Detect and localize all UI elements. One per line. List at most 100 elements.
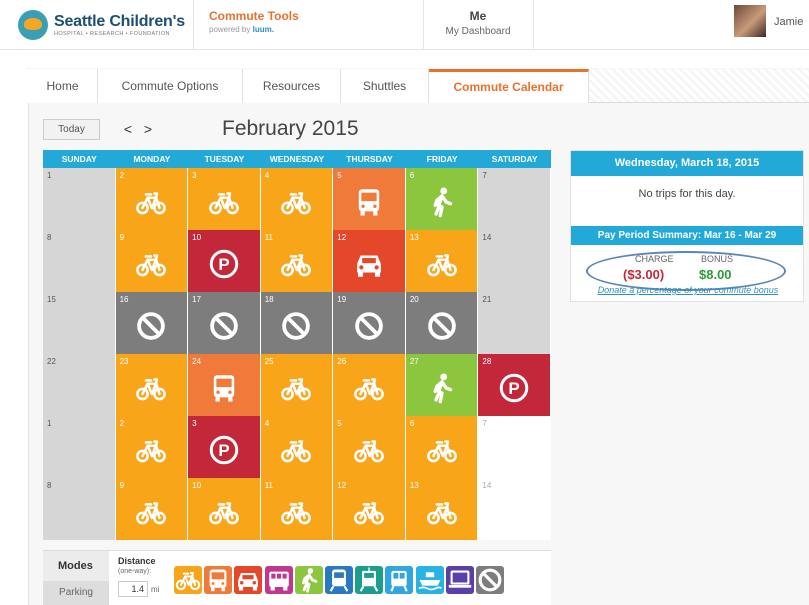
calendar-day-cell[interactable]: 23 bbox=[115, 354, 189, 416]
calendar-day-cell[interactable]: 1 bbox=[43, 168, 116, 230]
bike-icon bbox=[425, 495, 459, 529]
calendar-day-cell[interactable]: 9 bbox=[115, 230, 189, 292]
calendar-day-cell[interactable]: 5 bbox=[333, 416, 406, 478]
day-number: 8 bbox=[47, 233, 52, 242]
no-mode-icon[interactable] bbox=[476, 566, 504, 594]
my-dashboard-label: My Dashboard bbox=[445, 26, 511, 37]
day-number: 10 bbox=[192, 233, 202, 242]
calendar-day-cell[interactable]: 6 bbox=[405, 416, 479, 478]
calendar-day-cell[interactable]: 10 bbox=[188, 478, 261, 540]
distance-input[interactable]: 1.4 bbox=[118, 581, 148, 597]
day-number: 13 bbox=[409, 481, 419, 490]
calendar-day-cell[interactable]: 24 bbox=[188, 354, 261, 416]
walk-mode-icon[interactable] bbox=[294, 566, 323, 594]
streetcar-mode-icon[interactable] bbox=[385, 566, 414, 594]
calendar-day-cell[interactable]: 11 bbox=[260, 478, 334, 540]
car-mode-icon[interactable] bbox=[234, 566, 263, 594]
bike-icon bbox=[134, 247, 168, 281]
calendar-day-cell[interactable]: 8 bbox=[43, 230, 116, 292]
parking-tab[interactable]: Parking bbox=[43, 581, 109, 605]
calendar-day-cell[interactable]: 16 bbox=[115, 292, 189, 354]
calendar-day-cell[interactable]: 10 P bbox=[188, 230, 261, 292]
calendar-day-cell[interactable]: 4 bbox=[260, 416, 334, 478]
calendar-day-cell[interactable]: 6 bbox=[405, 168, 479, 230]
bike-icon bbox=[352, 433, 386, 467]
day-number: 24 bbox=[192, 357, 202, 366]
calendar-day-cell[interactable]: 1 bbox=[43, 416, 116, 478]
tab-commute-options[interactable]: Commute Options bbox=[98, 69, 243, 103]
tab-home[interactable]: Home bbox=[28, 69, 98, 103]
bike-icon bbox=[425, 433, 459, 467]
vanpool-mode-icon[interactable] bbox=[264, 566, 293, 594]
calendar-day-cell[interactable]: 18 bbox=[260, 292, 334, 354]
calendar-day-cell[interactable]: 2 bbox=[115, 168, 189, 230]
calendar-day-cell[interactable]: 9 bbox=[115, 478, 189, 540]
calendar-day-cell[interactable]: 7 bbox=[478, 416, 551, 478]
day-number: 2 bbox=[119, 419, 125, 428]
tab-commute-calendar[interactable]: Commute Calendar bbox=[429, 69, 589, 103]
prev-month-button[interactable]: < bbox=[119, 119, 137, 140]
distance-label: Distance bbox=[118, 556, 156, 566]
calendar-day-cell[interactable]: 25 bbox=[260, 354, 334, 416]
bus-mode-icon[interactable] bbox=[204, 566, 233, 594]
calendar-day-cell[interactable]: 14 bbox=[478, 230, 551, 292]
user-name[interactable]: Jamie bbox=[774, 16, 803, 28]
telework-mode-icon[interactable] bbox=[445, 566, 474, 594]
calendar-day-cell[interactable]: 11 bbox=[260, 230, 334, 292]
day-number: 11 bbox=[264, 233, 273, 242]
logo-name: Seattle Children's bbox=[54, 13, 185, 30]
train-mode-icon[interactable] bbox=[325, 566, 353, 594]
day-number: 6 bbox=[409, 171, 415, 180]
tab-shuttles[interactable]: Shuttles bbox=[341, 69, 429, 103]
calendar-day-cell[interactable]: 5 bbox=[333, 168, 406, 230]
ferry-mode-icon[interactable] bbox=[415, 566, 444, 594]
modes-tab[interactable]: Modes Parking bbox=[43, 551, 109, 605]
calendar-day-cell[interactable]: 3 bbox=[188, 168, 261, 230]
day-number: 7 bbox=[482, 171, 487, 180]
month-title: February 2015 bbox=[222, 117, 359, 140]
avatar[interactable] bbox=[734, 5, 766, 37]
distance-unit: mi bbox=[151, 585, 160, 594]
calendar-day-cell[interactable]: 7 bbox=[478, 168, 551, 230]
seattle-childrens-logo[interactable]: Seattle Children's HOSPITAL • RESEARCH •… bbox=[18, 10, 185, 40]
lightrail-mode-icon[interactable] bbox=[355, 566, 384, 594]
today-button[interactable]: Today bbox=[43, 119, 100, 140]
calendar-day-cell[interactable]: 12 bbox=[333, 478, 406, 540]
calendar-day-cell[interactable]: 19 bbox=[333, 292, 406, 354]
calendar-day-cell[interactable]: 15 bbox=[43, 292, 116, 354]
app-title: Commute Tools bbox=[209, 9, 299, 23]
dow-wednesday: WEDNESDAY bbox=[269, 154, 325, 164]
calendar-day-cell[interactable]: 8 bbox=[43, 478, 116, 540]
bus-icon bbox=[352, 185, 386, 219]
calendar-week-row: 1 2 3 4 5 6 7 bbox=[43, 168, 551, 230]
tab-resources[interactable]: Resources bbox=[243, 69, 341, 103]
donate-link[interactable]: Donate a percentage of your commute bonu… bbox=[571, 285, 805, 295]
bike-mode-icon[interactable] bbox=[174, 566, 202, 594]
dow-saturday: SATURDAY bbox=[491, 154, 538, 164]
calendar-day-cell[interactable]: 28 P bbox=[478, 354, 551, 416]
no-icon bbox=[279, 309, 313, 343]
dow-monday: MONDAY bbox=[133, 154, 171, 164]
calendar-day-cell[interactable]: 21 bbox=[478, 292, 551, 354]
calendar-day-cell[interactable]: 4 bbox=[260, 168, 334, 230]
calendar-day-cell[interactable]: 26 bbox=[333, 354, 406, 416]
day-number: 17 bbox=[192, 295, 202, 304]
calendar-day-cell[interactable]: 17 bbox=[188, 292, 261, 354]
dow-friday: FRIDAY bbox=[426, 154, 458, 164]
my-dashboard-link[interactable]: Me My Dashboard bbox=[423, 9, 533, 37]
calendar-day-cell[interactable]: 3P bbox=[188, 416, 261, 478]
car-icon bbox=[352, 247, 386, 281]
calendar-day-cell[interactable]: 14 bbox=[478, 478, 551, 540]
day-number: 15 bbox=[47, 295, 56, 304]
calendar-day-cell[interactable]: 13 bbox=[405, 478, 479, 540]
calendar-day-cell[interactable]: 12 bbox=[333, 230, 406, 292]
calendar-day-cell[interactable]: 13 bbox=[405, 230, 479, 292]
calendar-day-cell[interactable]: 27 bbox=[405, 354, 479, 416]
day-number: 14 bbox=[482, 481, 492, 490]
commute-tools-brand[interactable]: Commute Tools powered by luum. bbox=[209, 9, 299, 34]
charge-value: ($3.00) bbox=[623, 267, 665, 282]
calendar-day-cell[interactable]: 2 bbox=[115, 416, 189, 478]
next-month-button[interactable]: > bbox=[139, 119, 157, 140]
calendar-day-cell[interactable]: 22 bbox=[43, 354, 116, 416]
calendar-day-cell[interactable]: 20 bbox=[405, 292, 479, 354]
